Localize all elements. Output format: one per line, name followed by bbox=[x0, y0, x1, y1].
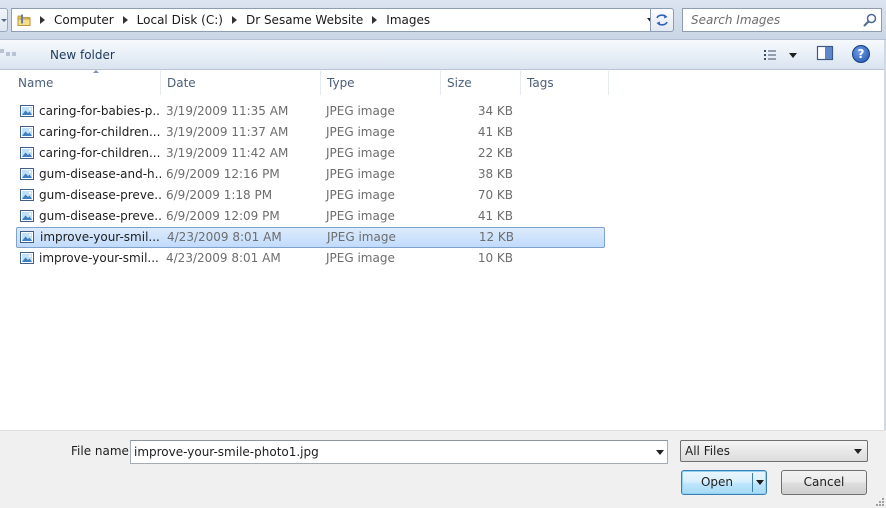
search-input[interactable] bbox=[683, 9, 859, 31]
file-size: 38 KB bbox=[477, 167, 513, 181]
column-header-date[interactable]: Date bbox=[160, 71, 321, 95]
file-size: 22 KB bbox=[477, 146, 513, 160]
file-date: 4/23/2009 8:01 AM bbox=[167, 230, 282, 244]
breadcrumb-images[interactable]: Images bbox=[386, 13, 430, 27]
file-type: JPEG image bbox=[326, 209, 395, 223]
breadcrumb-local-disk[interactable]: Local Disk (C:) bbox=[137, 13, 223, 27]
file-name-combobox[interactable] bbox=[130, 440, 668, 464]
refresh-button[interactable] bbox=[650, 8, 674, 32]
file-date: 6/9/2009 12:16 PM bbox=[166, 167, 280, 181]
chevron-down-icon bbox=[854, 449, 862, 454]
folder-icon bbox=[17, 13, 31, 27]
jpeg-image-icon bbox=[20, 251, 34, 265]
file-name: caring-for-babies-p... bbox=[39, 104, 161, 118]
jpeg-image-icon bbox=[20, 188, 34, 202]
file-row[interactable]: caring-for-children... 3/19/2009 11:37 AM… bbox=[16, 122, 605, 143]
chevron-down-icon[interactable] bbox=[789, 53, 797, 58]
chevron-down-icon[interactable] bbox=[656, 450, 664, 455]
address-bar: Computer Local Disk (C:) Dr Sesame Websi… bbox=[0, 0, 886, 40]
refresh-icon bbox=[656, 14, 668, 26]
jpeg-image-icon bbox=[20, 146, 34, 160]
change-view-button[interactable] bbox=[758, 45, 802, 65]
list-view-icon bbox=[764, 50, 776, 60]
new-folder-button[interactable]: New folder bbox=[44, 44, 121, 66]
breadcrumb-separator-icon[interactable] bbox=[231, 16, 237, 24]
file-type: JPEG image bbox=[326, 146, 395, 160]
file-row[interactable]: caring-for-children... 3/19/2009 11:42 AM… bbox=[16, 143, 605, 164]
file-type: JPEG image bbox=[327, 230, 396, 244]
file-name: gum-disease-and-h... bbox=[39, 167, 161, 181]
file-size: 41 KB bbox=[477, 125, 513, 139]
file-name: caring-for-children... bbox=[39, 125, 161, 139]
file-date: 3/19/2009 11:42 AM bbox=[166, 146, 289, 160]
command-toolbar: New folder ? bbox=[0, 40, 886, 70]
split-divider bbox=[752, 473, 753, 492]
file-type: JPEG image bbox=[326, 125, 395, 139]
file-name: caring-for-children... bbox=[39, 146, 161, 160]
file-dialog-footer: File name: All Files Open Cancel bbox=[0, 430, 886, 508]
open-button[interactable]: Open bbox=[681, 470, 767, 495]
jpeg-image-icon bbox=[20, 230, 34, 244]
jpeg-image-icon bbox=[20, 104, 34, 118]
file-name: gum-disease-preve... bbox=[39, 209, 161, 223]
breadcrumb-separator-icon[interactable] bbox=[40, 16, 45, 24]
file-type-filter-select[interactable]: All Files bbox=[680, 440, 868, 462]
file-date: 6/9/2009 12:09 PM bbox=[166, 209, 280, 223]
file-type: JPEG image bbox=[326, 188, 395, 202]
jpeg-image-icon bbox=[20, 167, 34, 181]
help-button[interactable]: ? bbox=[852, 45, 870, 63]
help-icon: ? bbox=[857, 47, 865, 61]
breadcrumb[interactable]: Computer Local Disk (C:) Dr Sesame Websi… bbox=[11, 8, 655, 32]
file-size: 41 KB bbox=[477, 209, 513, 223]
file-row[interactable]: gum-disease-preve... 6/9/2009 1:18 PM JPEG… bbox=[16, 185, 605, 206]
file-date: 3/19/2009 11:37 AM bbox=[166, 125, 289, 139]
file-row[interactable]: improve-your-smil... 4/23/2009 8:01 AM JPE… bbox=[16, 248, 605, 269]
jpeg-image-icon bbox=[20, 125, 34, 139]
file-name: gum-disease-preve... bbox=[39, 188, 161, 202]
file-date: 3/19/2009 11:35 AM bbox=[166, 104, 289, 118]
open-options-chevron-icon[interactable] bbox=[756, 480, 764, 485]
file-date: 6/9/2009 1:18 PM bbox=[166, 188, 273, 202]
breadcrumb-computer[interactable]: Computer bbox=[54, 13, 114, 27]
column-header-type[interactable]: Type bbox=[320, 71, 441, 95]
file-row[interactable]: gum-disease-preve... 6/9/2009 12:09 PM JPE… bbox=[16, 206, 605, 227]
file-row[interactable]: gum-disease-and-h... 6/9/2009 12:16 PM JPE… bbox=[16, 164, 605, 185]
preview-pane-icon bbox=[816, 45, 834, 61]
file-name: improve-your-smil... bbox=[39, 251, 159, 265]
file-size: 12 KB bbox=[478, 230, 514, 244]
file-date: 4/23/2009 8:01 AM bbox=[166, 251, 281, 265]
jpeg-image-icon bbox=[20, 209, 34, 223]
file-type: JPEG image bbox=[326, 167, 395, 181]
file-size: 10 KB bbox=[477, 251, 513, 265]
column-header-size[interactable]: Size bbox=[440, 71, 521, 95]
column-header-name[interactable]: Name bbox=[11, 70, 161, 95]
open-button-label[interactable]: Open bbox=[682, 471, 752, 494]
file-name: improve-your-smil... bbox=[40, 230, 160, 244]
search-icon[interactable] bbox=[863, 13, 877, 27]
resize-grip-icon[interactable] bbox=[874, 496, 886, 508]
preview-pane-button[interactable] bbox=[816, 45, 836, 65]
file-row[interactable]: improve-your-smil... 4/23/2009 8:01 AM JPE… bbox=[16, 227, 605, 248]
file-type: JPEG image bbox=[326, 251, 395, 265]
column-header-tags[interactable]: Tags bbox=[520, 71, 609, 95]
file-type: JPEG image bbox=[326, 104, 395, 118]
file-list[interactable]: Name Date Type Size Tags caring-for-babi… bbox=[0, 70, 886, 430]
file-name-label: File name: bbox=[71, 444, 133, 458]
organize-button-remnant bbox=[0, 49, 16, 59]
sort-ascending-icon bbox=[93, 70, 99, 73]
file-size: 70 KB bbox=[477, 188, 513, 202]
cancel-button[interactable]: Cancel bbox=[781, 470, 867, 495]
file-size: 34 KB bbox=[477, 104, 513, 118]
breadcrumb-dr-sesame-website[interactable]: Dr Sesame Website bbox=[246, 13, 363, 27]
file-row[interactable]: caring-for-babies-p... 3/19/2009 11:35 AM… bbox=[16, 101, 605, 122]
search-box[interactable] bbox=[682, 8, 882, 32]
file-type-filter-value: All Files bbox=[685, 444, 731, 458]
breadcrumb-separator-icon[interactable] bbox=[372, 16, 378, 24]
history-dropdown-button[interactable] bbox=[0, 8, 8, 32]
breadcrumb-separator-icon[interactable] bbox=[122, 16, 128, 24]
file-name-input[interactable] bbox=[131, 441, 646, 463]
